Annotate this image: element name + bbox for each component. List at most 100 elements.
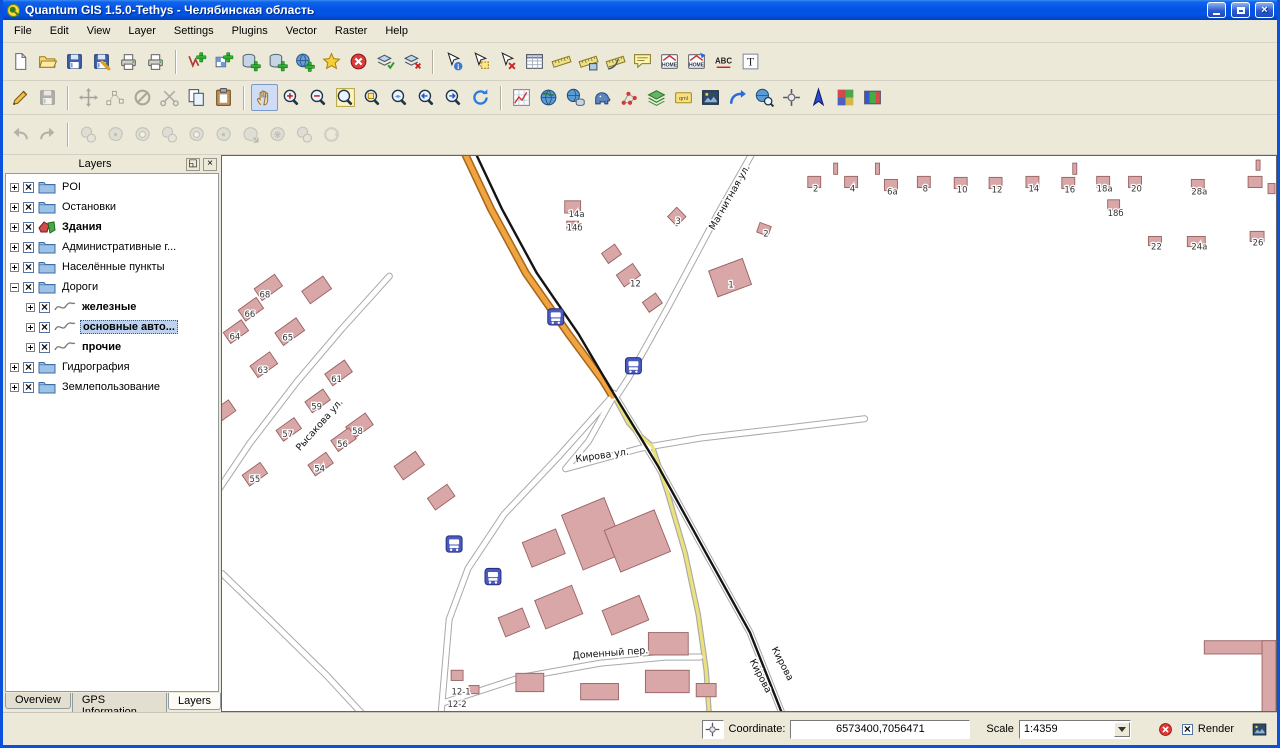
open-attribute-table-button[interactable] [521, 48, 548, 75]
expander-icon[interactable] [10, 363, 19, 372]
gps-tools-button[interactable] [778, 84, 805, 111]
select-features-button[interactable] [467, 48, 494, 75]
expander-icon[interactable] [10, 383, 19, 392]
ogr-layer-converter-button[interactable] [562, 84, 589, 111]
show-all-layers-button[interactable] [372, 48, 399, 75]
layer-item-3[interactable]: ×Административные г... [6, 237, 218, 257]
crs-status-button[interactable] [702, 720, 724, 739]
stop-render-button[interactable] [1155, 718, 1177, 740]
expander-icon[interactable] [10, 243, 19, 252]
print-composer-button[interactable] [142, 48, 169, 75]
expander-icon[interactable] [26, 323, 35, 332]
measure-area-button[interactable] [575, 48, 602, 75]
spit-postgis-import-button[interactable] [589, 84, 616, 111]
road-graph-button[interactable] [724, 84, 751, 111]
expander-icon[interactable] [10, 203, 19, 212]
close-button[interactable]: × [1255, 2, 1274, 18]
toggle-editing-button[interactable] [7, 84, 34, 111]
measure-line-button[interactable] [548, 48, 575, 75]
float-panel-button[interactable]: ◱ [186, 158, 200, 171]
copy-features-button[interactable] [183, 84, 210, 111]
expander-icon[interactable] [10, 263, 19, 272]
annotation-button[interactable]: ABC [710, 48, 737, 75]
menu-raster[interactable]: Raster [326, 22, 376, 40]
layer-item-1[interactable]: ×Остановки [6, 197, 218, 217]
north-arrow-button[interactable] [805, 84, 832, 111]
tab-layers[interactable]: Layers [168, 693, 221, 710]
open-project-button[interactable] [34, 48, 61, 75]
layer-item-10[interactable]: ×Землепользование [6, 377, 218, 397]
log-messages-icon[interactable] [1248, 718, 1270, 740]
layer-item-6[interactable]: ×железные [6, 297, 218, 317]
new-shapefile-layer-button[interactable] [318, 48, 345, 75]
layer-checkbox[interactable]: × [23, 382, 34, 393]
menu-edit[interactable]: Edit [41, 22, 78, 40]
layer-checkbox[interactable]: × [23, 282, 34, 293]
layer-item-5[interactable]: ×Дороги [6, 277, 218, 297]
menu-help[interactable]: Help [376, 22, 417, 40]
zoom-to-selection-button[interactable] [359, 84, 386, 111]
layer-item-9[interactable]: ×Гидрография [6, 357, 218, 377]
minimize-button[interactable] [1207, 2, 1226, 18]
layer-checkbox[interactable]: × [23, 262, 34, 273]
raster-shader-button[interactable] [859, 84, 886, 111]
coordinate-capture-button[interactable] [535, 84, 562, 111]
save-project-button[interactable] [61, 48, 88, 75]
scale-combobox[interactable]: 1:4359 [1019, 720, 1131, 739]
scale-dropdown-arrow[interactable] [1114, 722, 1130, 737]
close-panel-button[interactable]: × [203, 158, 217, 171]
identify-features-button[interactable]: i [440, 48, 467, 75]
evis-viewer-button[interactable] [697, 84, 724, 111]
measure-angle-button[interactable] [602, 48, 629, 75]
coordinate-input[interactable] [790, 720, 970, 739]
layer-checkbox[interactable]: × [23, 242, 34, 253]
menu-plugins[interactable]: Plugins [223, 22, 277, 40]
coordinate-search-button[interactable] [751, 84, 778, 111]
map-tips-button[interactable] [629, 48, 656, 75]
interpolation-plugin-button[interactable] [508, 84, 535, 111]
layer-checkbox[interactable]: × [23, 362, 34, 373]
layer-checkbox[interactable]: × [39, 302, 50, 313]
raster-terrain-button[interactable] [832, 84, 859, 111]
pan-map-button[interactable] [251, 84, 278, 111]
zoom-to-layer-button[interactable] [386, 84, 413, 111]
style-manager-button[interactable]: qml [670, 84, 697, 111]
expander-icon[interactable] [10, 283, 19, 292]
tab-overview[interactable]: Overview [5, 693, 71, 709]
menu-layer[interactable]: Layer [119, 22, 165, 40]
zoom-out-button[interactable] [305, 84, 332, 111]
expander-icon[interactable] [26, 303, 35, 312]
expander-icon[interactable] [10, 183, 19, 192]
remove-layer-button[interactable] [345, 48, 372, 75]
zoom-full-extent-button[interactable] [332, 84, 359, 111]
expander-icon[interactable] [10, 223, 19, 232]
expander-icon[interactable] [26, 343, 35, 352]
hide-all-layers-button[interactable] [399, 48, 426, 75]
layer-checkbox[interactable]: × [39, 322, 50, 333]
add-wms-layer-button[interactable] [291, 48, 318, 75]
layer-item-8[interactable]: ×прочие [6, 337, 218, 357]
menu-view[interactable]: View [78, 22, 120, 40]
zoom-in-button[interactable] [278, 84, 305, 111]
add-raster-layer-button[interactable] [210, 48, 237, 75]
add-spatialite-layer-button[interactable] [264, 48, 291, 75]
menu-file[interactable]: File [5, 22, 41, 40]
layer-checkbox[interactable]: × [39, 342, 50, 353]
new-print-composer-button[interactable] [115, 48, 142, 75]
zoom-next-button[interactable] [440, 84, 467, 111]
add-vector-layer-button[interactable] [183, 48, 210, 75]
new-project-button[interactable] [7, 48, 34, 75]
deselect-features-button[interactable] [494, 48, 521, 75]
zoom-last-button[interactable] [413, 84, 440, 111]
paste-features-button[interactable] [210, 84, 237, 111]
layer-item-4[interactable]: ×Населённые пункты [6, 257, 218, 277]
layer-checkbox[interactable]: × [23, 182, 34, 193]
topology-checker-button[interactable] [616, 84, 643, 111]
layer-item-2[interactable]: ×Здания [6, 217, 218, 237]
map-canvas[interactable]: 246а81012141618а2028а18б2224а2614а14б321… [222, 156, 1276, 711]
show-bookmarks-button[interactable]: HOME [683, 48, 710, 75]
save-project-as-button[interactable] [88, 48, 115, 75]
refresh-map-button[interactable] [467, 84, 494, 111]
maximize-button[interactable] [1231, 2, 1250, 18]
text-annotation-button[interactable]: T [737, 48, 764, 75]
